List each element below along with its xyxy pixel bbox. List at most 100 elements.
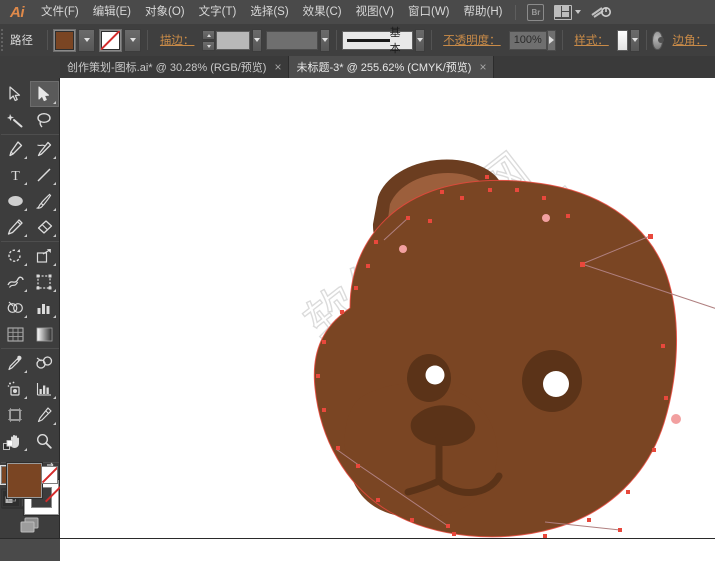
svg-text:T: T <box>11 169 20 183</box>
status-bar-canvas-area <box>60 539 715 561</box>
tool-group-drawing: T <box>1 134 59 241</box>
opacity-label[interactable]: 不透明度： <box>443 32 501 48</box>
control-bar: 路径 描边： 基本 不透明度： 100% 样式： <box>0 24 715 57</box>
opacity-input[interactable]: 100% <box>509 31 547 50</box>
status-bar-toolbar-area <box>0 539 61 561</box>
graphic-style-swatch[interactable] <box>617 30 628 51</box>
mesh-tool[interactable] <box>1 321 30 347</box>
graph-tool[interactable] <box>30 376 59 402</box>
close-icon[interactable]: × <box>479 61 486 73</box>
rotate-tool[interactable] <box>1 243 30 269</box>
arrange-documents-icon[interactable] <box>554 4 581 20</box>
scale-tool[interactable] <box>30 243 59 269</box>
none-mode-swatch[interactable] <box>41 466 58 484</box>
type-tool[interactable]: T <box>1 162 30 188</box>
workspace-switcher-icon[interactable] <box>591 4 611 20</box>
control-bar-grip[interactable] <box>0 24 4 56</box>
divider <box>47 30 48 50</box>
document-tab-2-title: 未标题-3* @ 255.62% (CMYK/预览) <box>296 59 471 75</box>
divider <box>562 30 563 50</box>
menu-effect[interactable]: 效果(C) <box>296 0 349 24</box>
right-eye-highlight <box>543 371 569 397</box>
menu-window[interactable]: 窗口(W) <box>401 0 457 24</box>
stroke-control[interactable] <box>99 29 141 52</box>
pencil-tool[interactable] <box>1 214 30 240</box>
stroke-dropdown-button[interactable] <box>124 29 141 52</box>
menu-edit[interactable]: 编辑(E) <box>86 0 138 24</box>
document-tab-bar: 创作策划-图标.ai* @ 30.28% (RGB/预览) × 未标题-3* @… <box>0 56 715 79</box>
pen-tool[interactable] <box>1 136 30 162</box>
shape-builder-tool[interactable] <box>1 295 30 321</box>
variable-width-profile-input[interactable] <box>266 31 319 50</box>
gradient-tool[interactable] <box>30 321 59 347</box>
live-corner-icon[interactable] <box>652 31 662 50</box>
chevron-down-icon <box>575 10 581 14</box>
fill-color-swatch[interactable] <box>7 463 42 498</box>
fill-control[interactable] <box>53 29 95 52</box>
divider <box>336 30 337 50</box>
graphic-style-dropdown-button[interactable] <box>630 29 639 52</box>
brush-definition-dropdown-button[interactable] <box>415 29 424 52</box>
tool-group-selection <box>1 80 59 134</box>
selection-tool[interactable] <box>1 81 30 107</box>
brush-definition-field[interactable]: 基本 <box>342 31 413 50</box>
slice-tool[interactable] <box>30 402 59 428</box>
menu-type[interactable]: 文字(T) <box>192 0 244 24</box>
divider <box>147 30 148 50</box>
change-screen-mode-icon[interactable] <box>18 515 42 540</box>
variable-width-dropdown-button[interactable] <box>320 29 329 52</box>
divider <box>646 30 647 50</box>
left-eye-highlight <box>426 366 445 385</box>
menu-divider <box>515 5 516 20</box>
corner-label[interactable]: 边角： <box>673 32 708 48</box>
close-icon[interactable]: × <box>274 61 281 73</box>
fill-dropdown-button[interactable] <box>78 29 95 52</box>
status-bar <box>0 538 715 561</box>
lasso-tool[interactable] <box>30 107 59 133</box>
magic-wand-tool[interactable] <box>1 107 30 133</box>
stroke-weight-input[interactable] <box>216 31 250 50</box>
bridge-icon[interactable]: Br <box>527 4 544 20</box>
eraser-tool[interactable] <box>30 214 59 240</box>
app-logo-icon: Ai <box>0 0 34 24</box>
brush-definition-label: 基本 <box>390 24 409 56</box>
blend-tool[interactable] <box>30 350 59 376</box>
line-segment-tool[interactable] <box>30 162 59 188</box>
fill-swatch[interactable] <box>54 30 75 51</box>
add-anchor-point-tool[interactable] <box>30 136 59 162</box>
document-tab-1[interactable]: 创作策划-图标.ai* @ 30.28% (RGB/预览) × <box>60 56 289 78</box>
stroke-swatch-none[interactable] <box>100 30 121 51</box>
default-fill-stroke-icon[interactable] <box>3 439 15 451</box>
ellipse-tool[interactable] <box>1 188 30 214</box>
width-tool[interactable] <box>1 269 30 295</box>
menu-bar: Ai 文件(F) 编辑(E) 对象(O) 文字(T) 选择(S) 效果(C) 视… <box>0 0 715 25</box>
tool-group-transform <box>1 241 59 348</box>
zoom-tool[interactable] <box>30 428 59 454</box>
document-canvas[interactable]: 软件自学网 WWW.RJZXW.COM <box>60 78 715 538</box>
symbol-sprayer-tool[interactable] <box>1 376 30 402</box>
artboard-tool[interactable] <box>1 402 30 428</box>
document-tab-2[interactable]: 未标题-3* @ 255.62% (CMYK/预览) × <box>289 56 494 78</box>
menu-view[interactable]: 视图(V) <box>349 0 401 24</box>
column-graph-tool[interactable] <box>30 295 59 321</box>
stroke-weight-dropdown-button[interactable] <box>252 29 261 52</box>
paintbrush-tool[interactable] <box>30 188 59 214</box>
menu-object[interactable]: 对象(O) <box>138 0 192 24</box>
opacity-popup-button[interactable] <box>547 30 556 51</box>
brush-stroke-preview-icon <box>347 39 389 42</box>
eyedropper-tool[interactable] <box>1 350 30 376</box>
free-transform-tool[interactable] <box>30 269 59 295</box>
style-label[interactable]: 样式： <box>574 32 609 48</box>
direct-selection-tool[interactable] <box>30 81 59 107</box>
document-tab-1-title: 创作策划-图标.ai* @ 30.28% (RGB/预览) <box>67 59 266 75</box>
bear-head-artwork[interactable]: 软件自学网 WWW.RJZXW.COM <box>60 78 715 538</box>
illustrator-window: Ai 文件(F) 编辑(E) 对象(O) 文字(T) 选择(S) 效果(C) 视… <box>0 0 715 560</box>
selection-type-label: 路径 <box>10 32 33 48</box>
stroke-weight-stepper[interactable] <box>202 30 215 51</box>
menu-select[interactable]: 选择(S) <box>243 0 295 24</box>
menu-file[interactable]: 文件(F) <box>34 0 86 24</box>
tool-expand-corner-icon <box>53 101 56 104</box>
tab-bar-spacer <box>0 56 60 78</box>
stroke-weight-label[interactable]: 描边： <box>160 32 195 48</box>
menu-help[interactable]: 帮助(H) <box>457 0 510 24</box>
